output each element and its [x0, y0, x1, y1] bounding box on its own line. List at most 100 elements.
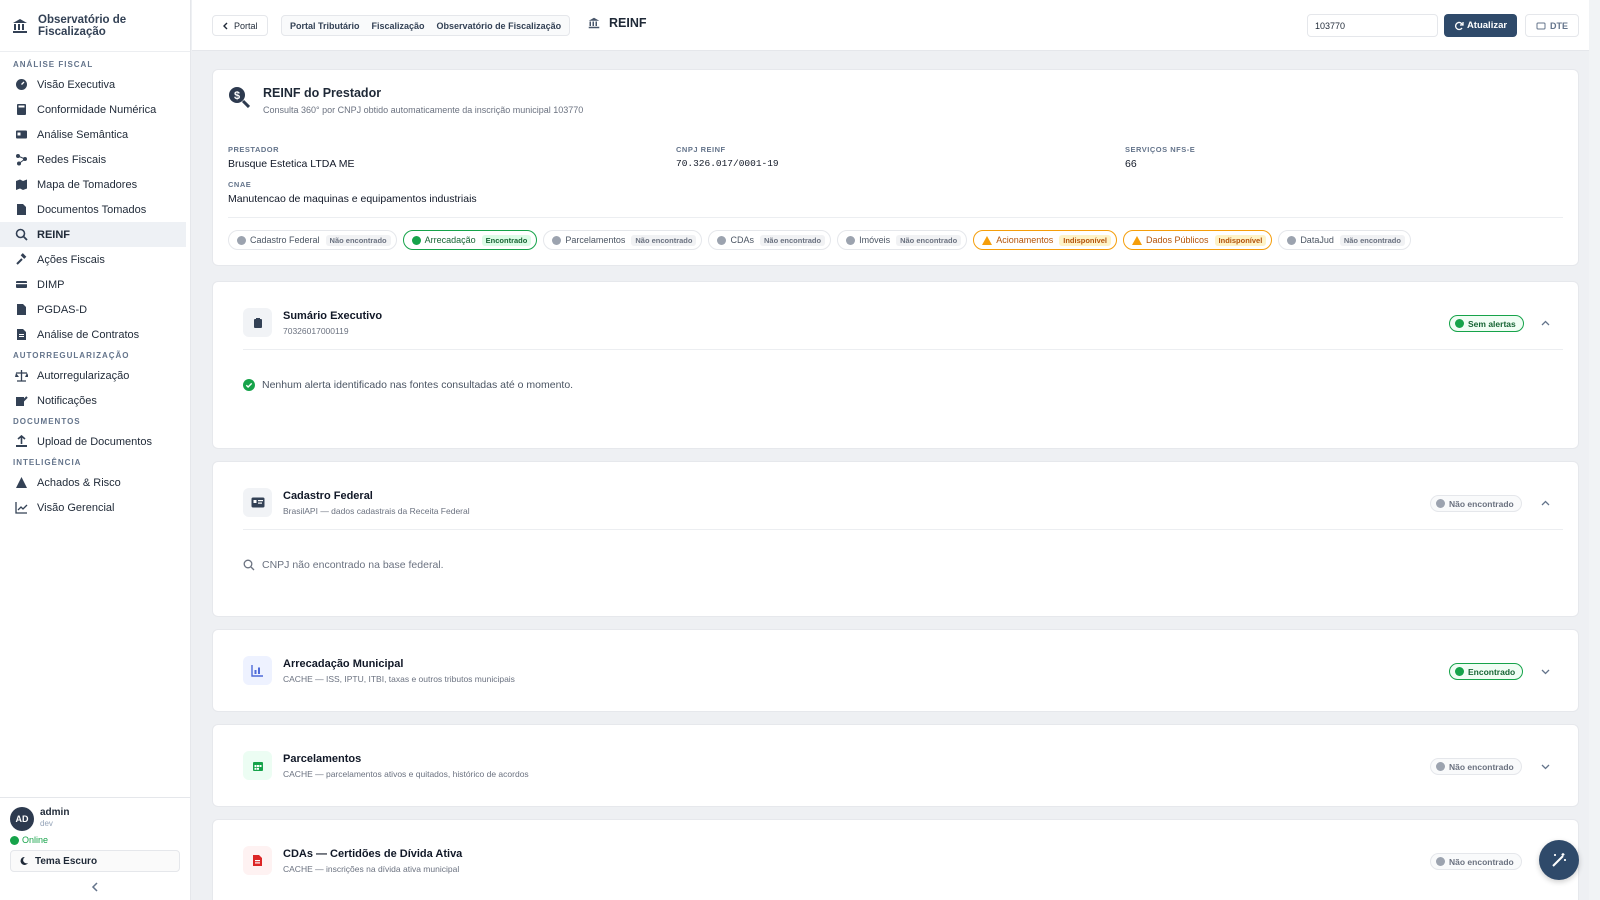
scrollbar[interactable] — [1589, 0, 1600, 900]
moon-icon — [20, 856, 28, 865]
sidebar-item-analise-de-contratos[interactable]: Análise de Contratos — [0, 322, 190, 347]
theme-toggle-button[interactable]: Tema Escuro — [10, 850, 180, 872]
arrecadacao-card[interactable]: Arrecadação Municipal CACHE — ISS, IPTU,… — [212, 629, 1579, 712]
edit-icon — [15, 394, 28, 407]
sidebar-item-documentos-tomados[interactable]: Documentos Tomados — [0, 197, 190, 222]
search-icon — [243, 559, 255, 571]
sidebar-item-visao-executiva[interactable]: Visão Executiva — [0, 72, 190, 97]
status-badge: Não encontrado — [1430, 495, 1522, 512]
brand[interactable]: Observatório de Fiscalização — [0, 0, 190, 52]
inbox-icon — [1536, 22, 1546, 29]
sidebar-item-label: REINF — [37, 228, 70, 241]
cnpj-not-found-text: CNPJ não encontrado na base federal. — [262, 559, 444, 571]
prestador-subtitle: Consulta 360° por CNPJ obtido automatica… — [263, 105, 584, 115]
prestador-card: $ REINF do Prestador Consulta 360° por C… — [212, 69, 1579, 266]
source-chip[interactable]: Acionamentos Indisponível — [973, 230, 1117, 250]
document-icon — [15, 203, 28, 216]
minus-circle-icon — [717, 235, 727, 245]
minus-circle-icon — [552, 235, 562, 245]
sidebar-item-conformidade-numerica[interactable]: Conformidade Numérica — [0, 97, 190, 122]
collapse-sidebar-icon[interactable] — [88, 880, 102, 894]
cnpj-value: 70.326.017/0001-19 — [676, 158, 779, 169]
minus-circle-icon — [846, 235, 856, 245]
sidebar-item-analise-semantica[interactable]: Análise Semântica — [0, 122, 190, 147]
chip-status: Indisponível — [1059, 234, 1111, 246]
network-icon — [15, 153, 28, 166]
online-status: Online — [10, 835, 48, 845]
badge-label: Não encontrado — [1449, 856, 1514, 867]
portal-label: Portal — [234, 20, 258, 31]
sidebar-item-achados-risco[interactable]: Achados & Risco — [0, 470, 190, 495]
chip-label: Arrecadação — [424, 235, 476, 245]
chip-label: Imóveis — [859, 235, 891, 245]
breadcrumb-item-observatorio[interactable]: Observatório de Fiscalização — [437, 21, 562, 31]
badge-label: Não encontrado — [1449, 761, 1514, 772]
source-chip[interactable]: DataJud Não encontrado — [1278, 230, 1411, 250]
topbar: Portal Portal Tributário Fiscalização Ob… — [192, 0, 1600, 51]
chip-status: Não encontrado — [896, 234, 962, 246]
breadcrumb-item-portal-tributario[interactable]: Portal Tributário — [290, 21, 360, 31]
cdas-card[interactable]: CDAs — Certidões de Dívida Ativa CACHE —… — [212, 819, 1579, 900]
pdf-file-icon — [243, 846, 272, 875]
check-circle-icon — [10, 835, 19, 845]
calendar-icon — [243, 751, 272, 780]
page-title-text: REINF — [609, 16, 647, 30]
sidebar-item-visao-gerencial[interactable]: Visão Gerencial — [0, 495, 190, 520]
sidebar-item-label: Notificações — [37, 394, 97, 407]
chevron-down-icon[interactable] — [1540, 666, 1551, 677]
sidebar-item-label: Ações Fiscais — [37, 253, 105, 266]
minus-circle-icon — [237, 235, 246, 245]
sidebar-nav: ANÁLISE FISCAL Visão Executiva Conformidad… — [0, 52, 190, 520]
chip-label: Acionamentos — [996, 235, 1054, 245]
source-chip[interactable]: Arrecadação Encontrado — [402, 230, 538, 250]
sidebar-item-dimp[interactable]: DIMP — [0, 272, 190, 297]
svg-text:$: $ — [234, 90, 240, 102]
chip-status: Encontrado — [481, 234, 532, 246]
theme-toggle-label: Tema Escuro — [35, 855, 98, 867]
sidebar-item-acoes-fiscais[interactable]: Ações Fiscais — [0, 247, 190, 272]
source-chip[interactable]: Imóveis Não encontrado — [837, 230, 968, 250]
chevron-up-icon[interactable] — [1540, 498, 1551, 509]
minus-circle-icon — [1287, 235, 1297, 245]
refresh-label: Atualizar — [1466, 20, 1508, 31]
avatar[interactable]: AD — [10, 807, 34, 831]
card-icon — [15, 278, 28, 291]
id-card-icon — [243, 488, 272, 517]
chip-label: Parcelamentos — [565, 235, 626, 245]
source-chip[interactable]: Dados Públicos Indisponível — [1123, 230, 1273, 250]
chip-status: Indisponível — [1214, 234, 1267, 246]
chevron-up-icon[interactable] — [1540, 318, 1551, 329]
inscription-search-input[interactable] — [1307, 14, 1438, 37]
cadastro-title: Cadastro Federal — [283, 490, 373, 502]
sidebar-item-redes-fiscais[interactable]: Redes Fiscais — [0, 147, 190, 172]
parcelamentos-title: Parcelamentos — [283, 753, 362, 765]
source-chip[interactable]: Cadastro Federal Não encontrado — [228, 230, 397, 250]
chevron-down-icon[interactable] — [1540, 761, 1551, 772]
breadcrumb-item-fiscalizacao[interactable]: Fiscalização — [372, 21, 425, 31]
source-chip[interactable]: CDAs Não encontrado — [708, 230, 832, 250]
ai-assistant-button[interactable] — [1539, 840, 1579, 880]
sidebar-item-reinf[interactable]: REINF — [0, 222, 186, 247]
sidebar-item-label: Autorregularização — [37, 369, 130, 382]
chip-label: DataJud — [1300, 235, 1334, 245]
cadastro-federal-card: Cadastro Federal BrasilAPI — dados cadas… — [212, 461, 1579, 617]
cnpj-label: CNPJ REINF — [676, 145, 726, 154]
parcelamentos-card[interactable]: Parcelamentos CACHE — parcelamentos ativ… — [212, 724, 1579, 807]
sidebar-item-autorregularizacao[interactable]: Autorregularização — [0, 363, 190, 388]
sidebar-section-title: INTELIGÊNCIA — [13, 458, 82, 467]
refresh-button[interactable]: Atualizar — [1444, 14, 1517, 37]
sidebar-item-pgdas-d[interactable]: PGDAS-D — [0, 297, 190, 322]
sidebar-item-mapa-de-tomadores[interactable]: Mapa de Tomadores — [0, 172, 190, 197]
dte-button[interactable]: DTE — [1525, 14, 1579, 37]
sidebar-item-label: Achados & Risco — [37, 476, 121, 489]
source-chip[interactable]: Parcelamentos Não encontrado — [543, 230, 703, 250]
sidebar-item-upload-de-documentos[interactable]: Upload de Documentos — [0, 429, 190, 454]
chip-status: Não encontrado — [631, 234, 697, 246]
sidebar-section-title: DOCUMENTOS — [13, 417, 81, 426]
source-status-chips: Cadastro Federal Não encontrado Arrecadaçã… — [228, 230, 1411, 250]
sidebar-item-notificacoes[interactable]: Notificações — [0, 388, 190, 413]
sidebar-item-label: Redes Fiscais — [37, 153, 107, 166]
cadastro-subtitle: BrasilAPI — dados cadastrais da Receita … — [283, 506, 470, 516]
dte-label: DTE — [1550, 20, 1568, 31]
back-to-portal-button[interactable]: Portal — [212, 15, 268, 36]
